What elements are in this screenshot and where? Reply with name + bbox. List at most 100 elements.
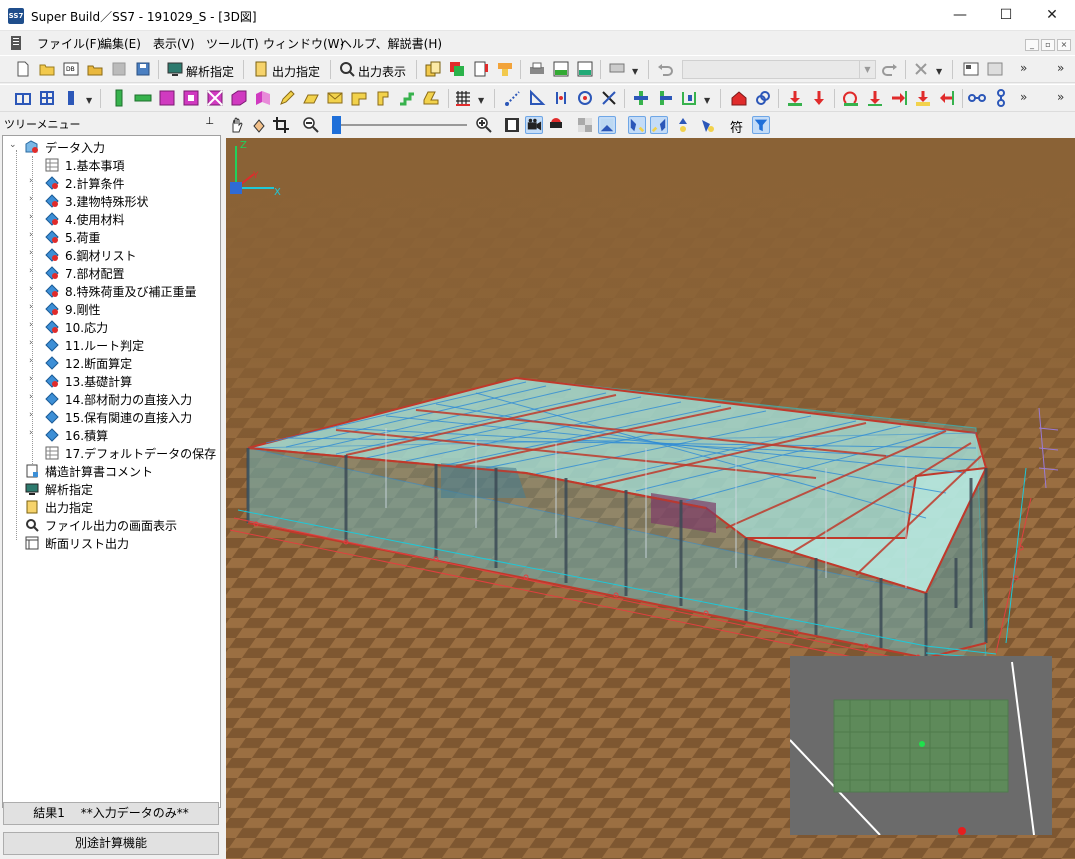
tree-item-data-input[interactable]: ⌄ データ入力	[3, 138, 220, 156]
wall-opening-icon[interactable]	[182, 89, 200, 107]
delete-dropdown-icon[interactable]: ▼	[936, 67, 942, 76]
connect-icon[interactable]	[968, 89, 986, 107]
frame-icon[interactable]	[14, 89, 32, 107]
checker-icon[interactable]	[576, 116, 594, 134]
pencil-icon[interactable]	[278, 89, 296, 107]
menu-view[interactable]: 表示(V)	[153, 35, 195, 52]
check-icon[interactable]	[472, 60, 490, 78]
light2-toggle[interactable]	[650, 116, 668, 134]
tree-item[interactable]: › 7.部材配置	[3, 264, 220, 282]
chevron-right-icon[interactable]: ›	[29, 338, 33, 348]
csv-import-icon[interactable]	[576, 60, 594, 78]
member-link-icon[interactable]	[504, 89, 522, 107]
result-button[interactable]: 結果1 **入力データのみ**	[3, 802, 219, 825]
perspective-toggle[interactable]	[598, 116, 616, 134]
save-icon[interactable]	[110, 60, 128, 78]
hand-icon[interactable]	[228, 116, 246, 134]
spring-icon[interactable]	[600, 89, 618, 107]
joint-icon[interactable]	[632, 89, 650, 107]
joint-end-icon[interactable]	[656, 89, 674, 107]
story-icon[interactable]	[62, 89, 80, 107]
chevron-right-icon[interactable]: ›	[29, 266, 33, 276]
crop-icon[interactable]	[272, 116, 290, 134]
chevron-right-icon[interactable]: ›	[29, 194, 33, 204]
tree-item[interactable]: 出力指定	[3, 498, 220, 516]
open-db-icon[interactable]: DB	[62, 60, 80, 78]
chevron-right-icon[interactable]: ›	[29, 428, 33, 438]
minimize-button[interactable]: —	[937, 0, 983, 31]
menu-file[interactable]: ファイル(F)	[37, 35, 101, 52]
undo-icon[interactable]	[656, 60, 674, 78]
mesh-icon[interactable]	[454, 89, 472, 107]
pile-icon[interactable]	[374, 89, 392, 107]
window-tile-icon[interactable]	[986, 60, 1004, 78]
vertical-load-icon[interactable]	[866, 89, 884, 107]
message-icon[interactable]	[608, 60, 626, 78]
vertical-connect-icon[interactable]	[992, 89, 1010, 107]
chevron-right-icon[interactable]: ›	[29, 374, 33, 384]
tree-item[interactable]: › 2.計算条件	[3, 174, 220, 192]
maximize-button[interactable]: ☐	[983, 0, 1029, 31]
slab-icon[interactable]	[230, 89, 248, 107]
overflow-chevron-icon[interactable]: »	[1020, 90, 1027, 104]
tree-item[interactable]: › 11.ルート判定	[3, 336, 220, 354]
distributed-load-icon[interactable]	[914, 89, 932, 107]
chevron-right-icon[interactable]: ›	[29, 176, 33, 186]
filter-toggle[interactable]	[752, 116, 770, 134]
light1-toggle[interactable]	[628, 116, 646, 134]
light3-icon[interactable]	[674, 116, 692, 134]
csv-export-icon[interactable]	[552, 60, 570, 78]
beam-icon[interactable]	[134, 89, 152, 107]
brace-icon[interactable]	[206, 89, 224, 107]
pin-icon[interactable]: ⊥	[205, 116, 214, 127]
new-file-icon[interactable]	[14, 60, 32, 78]
navigation-minimap[interactable]	[790, 656, 1052, 835]
angle-icon[interactable]	[528, 89, 546, 107]
chevron-right-icon[interactable]: ›	[29, 410, 33, 420]
tree-item[interactable]: › 16.積算	[3, 426, 220, 444]
chevron-right-icon[interactable]: ›	[29, 212, 33, 222]
copy-icon[interactable]	[424, 60, 442, 78]
menu-tools[interactable]: ツール(T)	[206, 35, 259, 52]
reaction-icon[interactable]	[938, 89, 956, 107]
mdi-minimize-button[interactable]: _	[1025, 39, 1039, 51]
building-icon[interactable]	[730, 89, 748, 107]
wall-icon[interactable]	[158, 89, 176, 107]
chevron-right-icon[interactable]: ›	[29, 392, 33, 402]
tree-item[interactable]: › 3.建物特殊形状	[3, 192, 220, 210]
zoom-out-icon[interactable]	[302, 116, 320, 134]
base-dropdown-icon[interactable]: ▼	[704, 96, 710, 105]
film-icon[interactable]	[503, 116, 521, 134]
mdi-restore-button[interactable]: ▫	[1041, 39, 1055, 51]
link-icon[interactable]	[754, 89, 772, 107]
rotate-icon[interactable]	[576, 89, 594, 107]
redo-icon[interactable]	[881, 60, 899, 78]
stair-icon[interactable]	[398, 89, 416, 107]
tree-item[interactable]: › 9.剛性	[3, 300, 220, 318]
message-dropdown-icon[interactable]: ▼	[632, 67, 638, 76]
chevron-right-icon[interactable]: ›	[29, 356, 33, 366]
tree-item[interactable]: › 15.保有関連の直接入力	[3, 408, 220, 426]
tree-item[interactable]: › 5.荷重	[3, 228, 220, 246]
tree-item[interactable]: › 4.使用材料	[3, 210, 220, 228]
tree-item[interactable]: 解析指定	[3, 480, 220, 498]
overflow-chevron-icon[interactable]: »	[1020, 61, 1027, 75]
tree-item[interactable]: › 13.基礎計算	[3, 372, 220, 390]
notes-icon[interactable]	[496, 60, 514, 78]
symbol-toggle-button[interactable]: 符	[730, 117, 743, 136]
rotate-view-icon[interactable]	[250, 116, 268, 134]
menu-help[interactable]: ヘルプ、解説書(H)	[340, 35, 442, 52]
walkthrough-icon[interactable]	[547, 116, 565, 134]
tree-item[interactable]: › 8.特殊荷重及び補正重量	[3, 282, 220, 300]
output-settings-icon[interactable]	[252, 60, 270, 78]
zoom-slider-track[interactable]	[332, 124, 467, 126]
grid-frame-icon[interactable]	[38, 89, 56, 107]
horizontal-load-icon[interactable]	[890, 89, 908, 107]
point-load-icon[interactable]	[810, 89, 828, 107]
chevron-right-icon[interactable]: ›	[29, 230, 33, 240]
chevron-right-icon[interactable]: ›	[29, 320, 33, 330]
floor-slab-icon[interactable]	[302, 89, 320, 107]
envelope-icon[interactable]	[326, 89, 344, 107]
print-icon[interactable]	[528, 60, 546, 78]
base-icon[interactable]	[680, 89, 698, 107]
